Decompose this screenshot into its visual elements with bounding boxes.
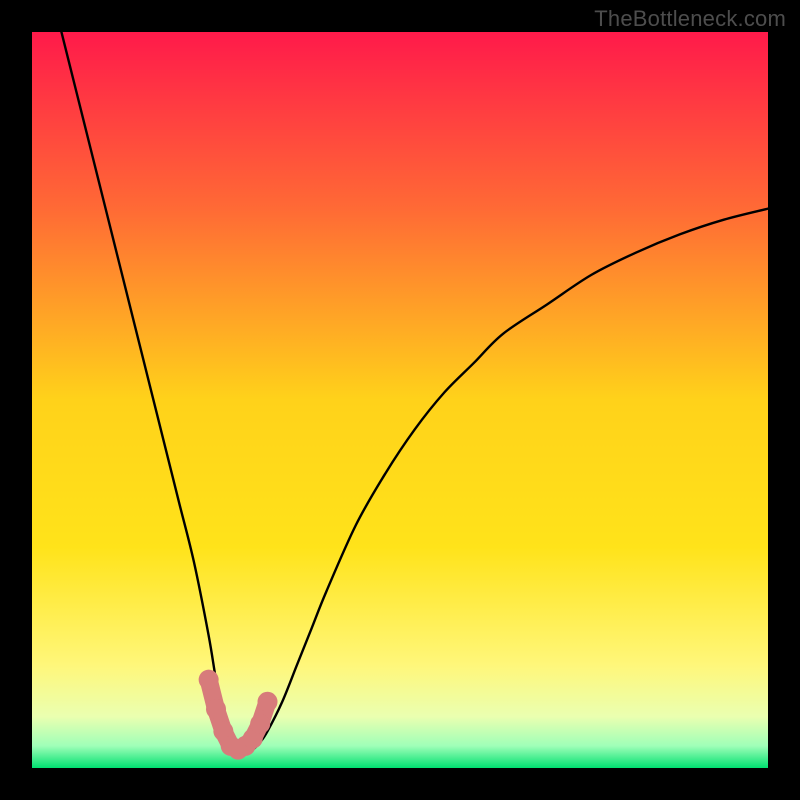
watermark-text: TheBottleneck.com — [594, 6, 786, 32]
bottleneck-chart — [32, 32, 768, 768]
trough-marker-dot — [258, 692, 278, 712]
gradient-background — [32, 32, 768, 768]
chart-stage: TheBottleneck.com — [0, 0, 800, 800]
trough-marker-dot — [206, 699, 226, 719]
trough-marker-dot — [250, 714, 270, 734]
trough-marker-dot — [199, 670, 219, 690]
plot-area — [32, 32, 768, 768]
